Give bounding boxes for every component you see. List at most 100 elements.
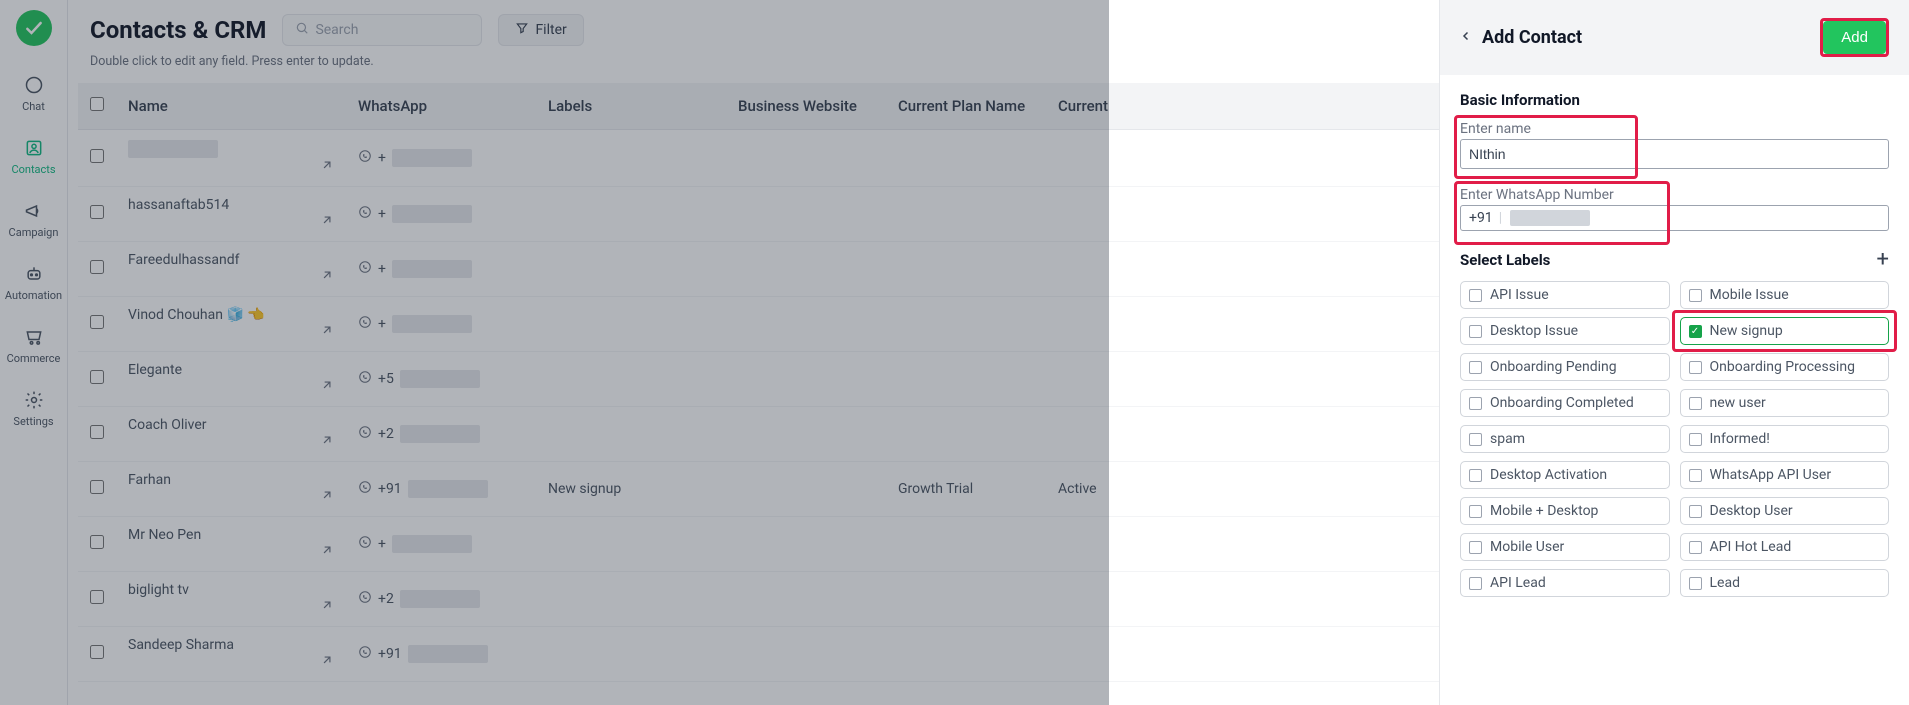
open-contact-icon[interactable] <box>320 378 334 396</box>
open-contact-icon[interactable] <box>320 268 334 286</box>
label-chip[interactable]: Mobile + Desktop <box>1460 497 1670 525</box>
row-checkbox[interactable] <box>90 370 104 384</box>
label-chip[interactable]: new user <box>1680 389 1890 417</box>
open-contact-icon[interactable] <box>320 653 334 671</box>
label-chip[interactable]: Mobile Issue <box>1680 281 1890 309</box>
contact-name: biglight tv <box>128 582 189 598</box>
label-chip[interactable]: ✓New signup <box>1680 317 1890 345</box>
nav-campaign[interactable]: Campaign <box>0 194 68 245</box>
contact-name: Mr Neo Pen <box>128 527 201 543</box>
name-input[interactable] <box>1460 139 1889 169</box>
nav-settings[interactable]: Settings <box>0 383 68 434</box>
label-text: Onboarding Pending <box>1490 359 1617 375</box>
checkbox-icon <box>1469 289 1482 302</box>
panel-header: Add Contact Add <box>1440 0 1909 75</box>
checkbox-icon <box>1689 577 1702 590</box>
wa-prefix: + <box>378 536 386 552</box>
label-chip[interactable]: Desktop Activation <box>1460 461 1670 489</box>
cell-labels <box>536 187 726 242</box>
open-contact-icon[interactable] <box>320 488 334 506</box>
whatsapp-icon <box>358 260 372 278</box>
row-checkbox[interactable] <box>90 535 104 549</box>
label-chip[interactable]: Onboarding Completed <box>1460 389 1670 417</box>
label-text: Lead <box>1710 575 1740 591</box>
whatsapp-field-block: Enter WhatsApp Number +91 | <box>1460 187 1889 231</box>
row-checkbox[interactable] <box>90 480 104 494</box>
label-chip[interactable]: Informed! <box>1680 425 1890 453</box>
wa-prefix: +5 <box>378 371 394 387</box>
label-chip[interactable]: Desktop Issue <box>1460 317 1670 345</box>
label-chip[interactable]: Desktop User <box>1680 497 1890 525</box>
nav-contacts[interactable]: Contacts <box>0 131 68 182</box>
search-placeholder: Search <box>315 22 358 38</box>
row-checkbox[interactable] <box>90 315 104 329</box>
contact-name: Elegante <box>128 362 182 378</box>
label-text: API Lead <box>1490 575 1546 591</box>
add-button[interactable]: Add <box>1823 21 1886 54</box>
col-name[interactable]: Name <box>116 83 346 130</box>
open-contact-icon[interactable] <box>320 543 334 561</box>
whatsapp-icon <box>358 645 372 663</box>
label-text: New signup <box>1710 323 1783 339</box>
col-website[interactable]: Business Website <box>726 83 886 130</box>
label-chip[interactable]: spam <box>1460 425 1670 453</box>
row-checkbox[interactable] <box>90 205 104 219</box>
row-checkbox[interactable] <box>90 645 104 659</box>
cell-website <box>726 352 886 407</box>
checkbox-icon <box>1469 505 1482 518</box>
row-checkbox[interactable] <box>90 590 104 604</box>
open-contact-icon[interactable] <box>320 598 334 616</box>
cell-website <box>726 187 886 242</box>
cell-plan <box>886 407 1046 462</box>
back-icon[interactable] <box>1460 26 1472 50</box>
cell-website <box>726 130 886 187</box>
row-checkbox[interactable] <box>90 149 104 163</box>
nav-commerce[interactable]: Commerce <box>0 320 68 371</box>
col-labels[interactable]: Labels <box>536 83 726 130</box>
row-checkbox[interactable] <box>90 425 104 439</box>
filter-button[interactable]: Filter <box>498 14 583 46</box>
col-whatsapp[interactable]: WhatsApp <box>346 83 536 130</box>
label-chip[interactable]: Onboarding Processing <box>1680 353 1890 381</box>
label-text: WhatsApp API User <box>1710 467 1832 483</box>
cell-labels: New signup <box>536 462 726 517</box>
nav-chat[interactable]: Chat <box>0 68 68 119</box>
checkbox-icon <box>1469 361 1482 374</box>
label-text: Mobile User <box>1490 539 1564 555</box>
filter-icon <box>515 21 529 39</box>
open-contact-icon[interactable] <box>320 158 334 176</box>
nav-label: Chat <box>22 100 45 113</box>
cell-website <box>726 627 886 682</box>
select-all-checkbox[interactable] <box>90 97 104 111</box>
open-contact-icon[interactable] <box>320 433 334 451</box>
label-chip[interactable]: API Issue <box>1460 281 1670 309</box>
wa-prefix: +2 <box>378 426 394 442</box>
whatsapp-input[interactable]: +91 | <box>1460 205 1889 231</box>
redacted-number <box>392 315 472 333</box>
row-checkbox[interactable] <box>90 260 104 274</box>
label-chip[interactable]: API Lead <box>1460 569 1670 597</box>
checkbox-icon <box>1689 469 1702 482</box>
label-chip[interactable]: Lead <box>1680 569 1890 597</box>
label-chip[interactable]: Onboarding Pending <box>1460 353 1670 381</box>
label-chip[interactable]: API Hot Lead <box>1680 533 1890 561</box>
redacted-number <box>400 590 480 608</box>
whatsapp-label: Enter WhatsApp Number <box>1460 187 1889 203</box>
checkbox-icon <box>1689 289 1702 302</box>
add-label-button[interactable]: + <box>1877 249 1889 271</box>
checkbox-icon <box>1469 325 1482 338</box>
whatsapp-icon <box>358 480 372 498</box>
label-text: Desktop Activation <box>1490 467 1607 483</box>
country-code: +91 <box>1469 210 1499 226</box>
page-title: Contacts & CRM <box>90 16 266 44</box>
search-input[interactable]: Search <box>282 14 482 46</box>
open-contact-icon[interactable] <box>320 213 334 231</box>
label-chip[interactable]: WhatsApp API User <box>1680 461 1890 489</box>
label-chip[interactable]: Mobile User <box>1460 533 1670 561</box>
wa-prefix: +91 <box>378 481 402 497</box>
nav-automation[interactable]: Automation <box>0 257 68 308</box>
nav-label: Settings <box>13 415 53 428</box>
cell-plan <box>886 297 1046 352</box>
open-contact-icon[interactable] <box>320 323 334 341</box>
col-plan[interactable]: Current Plan Name <box>886 83 1046 130</box>
